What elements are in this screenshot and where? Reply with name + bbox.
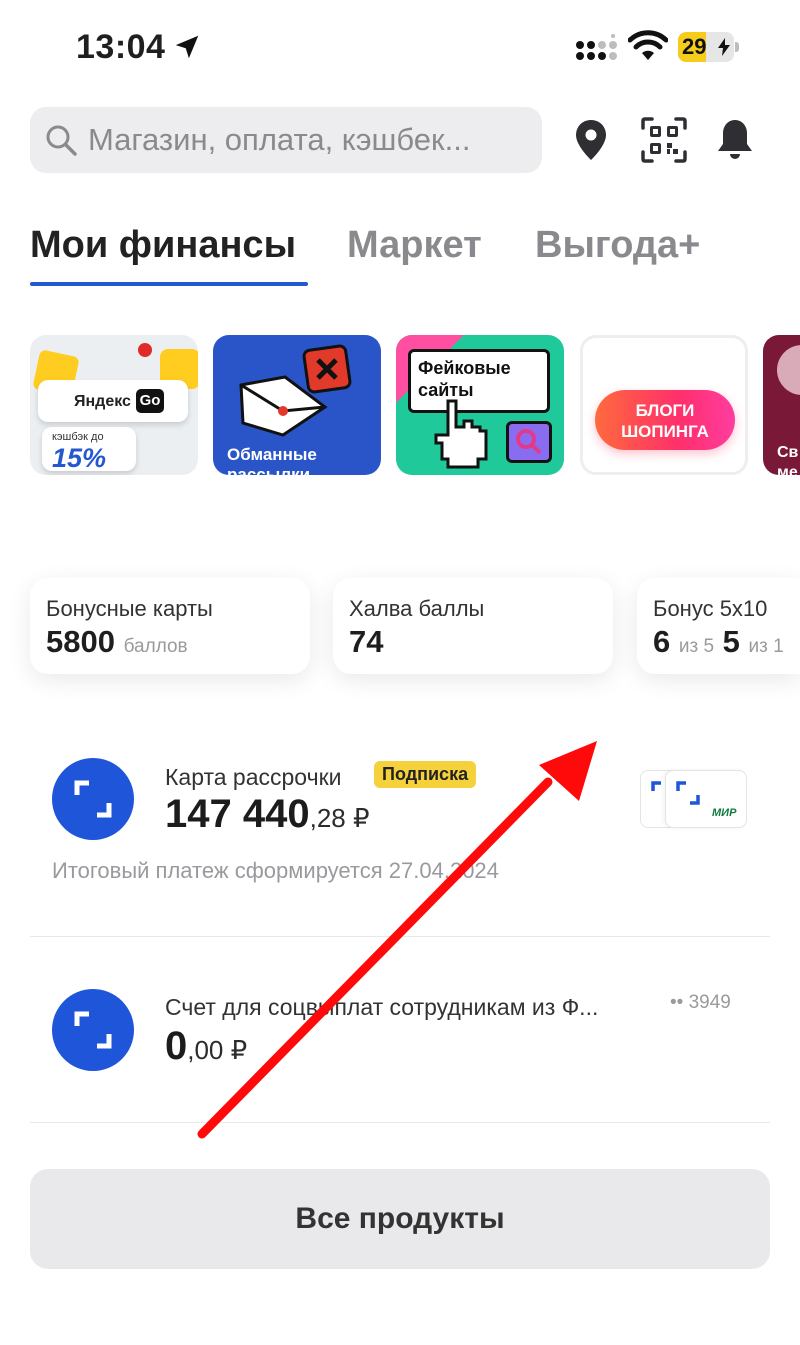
tab-market[interactable]: Маркет bbox=[347, 224, 482, 267]
bonus-unit: баллов bbox=[123, 636, 188, 657]
search-icon bbox=[46, 125, 77, 156]
balance-fraction: ,00 ₽ bbox=[187, 1035, 248, 1065]
tab-vygoda-plus[interactable]: Выгода+ bbox=[535, 224, 700, 267]
story-yandex-go[interactable]: Яндекс Go кэшбэк до 15% bbox=[30, 335, 198, 475]
subscription-badge: Подписка bbox=[374, 761, 477, 788]
status-bar: 13:04 29 bbox=[0, 0, 800, 96]
location-arrow-icon bbox=[175, 35, 199, 59]
bonus-card-loyalty[interactable]: Бонусные карты 5800 баллов bbox=[30, 578, 310, 674]
bonus-unit: из 1 bbox=[748, 636, 784, 657]
bonus-title: Халва баллы bbox=[349, 596, 485, 621]
bonus-card-halva[interactable]: Халва баллы 74 bbox=[333, 578, 613, 674]
bonus-value: 74 bbox=[349, 624, 384, 659]
bonus-card-5x10[interactable]: Бонус 5х10 6 из 5 5 из 1 bbox=[637, 578, 800, 674]
story-label: Обманные рассылки bbox=[227, 445, 317, 475]
all-products-button[interactable]: Все продукты bbox=[30, 1169, 770, 1269]
story-partial[interactable]: Св ме bbox=[763, 335, 800, 475]
bonus-title: Бонус 5х10 bbox=[653, 596, 768, 621]
story-cashback-label: кэшбэк до bbox=[52, 431, 104, 443]
bonus-value: 5 bbox=[722, 624, 740, 659]
story-label: БЛОГИ ШОПИНГА bbox=[621, 401, 709, 441]
story-fake-sites[interactable]: Фейковые сайты bbox=[396, 335, 564, 475]
bonus-value: 6 bbox=[653, 624, 671, 659]
balance-fraction: ,28 ₽ bbox=[309, 803, 370, 833]
status-time: 13:04 bbox=[76, 28, 166, 66]
bonus-value-line: 6 из 5 5 из 1 bbox=[653, 624, 784, 660]
story-brand-go: Go bbox=[136, 389, 164, 413]
cellular-signal-icon bbox=[576, 34, 617, 60]
qr-code-icon[interactable] bbox=[639, 115, 689, 165]
account-title: Счет для соцвыплат сотрудникам из Ф... bbox=[165, 994, 599, 1020]
story-label: Фейковые сайты bbox=[418, 358, 511, 400]
story-phishing-mail[interactable]: Обманные рассылки bbox=[213, 335, 381, 475]
account-masked-number: •• 3949 bbox=[670, 992, 731, 1013]
wifi-icon bbox=[628, 30, 668, 60]
story-brand: Яндекс bbox=[74, 393, 131, 410]
battery-indicator: 29 bbox=[678, 32, 739, 62]
sovcombank-logo-icon bbox=[52, 989, 134, 1071]
search-input[interactable] bbox=[88, 119, 528, 161]
account-row-installment-card[interactable]: Карта рассрочки Подписка 147 440,28 ₽ Ит… bbox=[0, 740, 800, 920]
account-balance: 0,00 ₽ bbox=[165, 1024, 247, 1069]
bonus-value: 5800 bbox=[46, 624, 115, 659]
bonus-title: Бонусные карты bbox=[46, 596, 213, 621]
divider bbox=[30, 936, 770, 937]
payment-note: Итоговый платеж сформируется 27.04.2024 bbox=[52, 858, 499, 883]
red-x-icon bbox=[302, 344, 352, 394]
bell-icon[interactable] bbox=[710, 115, 760, 165]
tab-my-finances[interactable]: Мои финансы bbox=[30, 224, 296, 267]
card-thumbnail-mir[interactable]: МИР bbox=[665, 770, 747, 828]
active-tab-indicator bbox=[30, 282, 308, 286]
account-row-social-payments[interactable]: Счет для соцвыплат сотрудникам из Ф... •… bbox=[0, 970, 800, 1100]
pointer-hand-icon bbox=[434, 399, 488, 469]
bonus-unit: из 5 bbox=[678, 636, 715, 657]
story-shopping-blogs[interactable]: БЛОГИ ШОПИНГА bbox=[580, 335, 748, 475]
search-bar[interactable] bbox=[30, 107, 542, 173]
mir-logo: МИР bbox=[712, 807, 737, 819]
account-balance: 147 440,28 ₽ bbox=[165, 792, 370, 837]
story-label: Св ме bbox=[777, 444, 799, 475]
location-pin-icon[interactable] bbox=[566, 115, 616, 165]
battery-level: 29 bbox=[682, 34, 707, 59]
balance-integer: 147 440 bbox=[165, 792, 310, 836]
account-title: Карта рассрочки bbox=[165, 764, 342, 790]
magnifier-icon bbox=[516, 429, 542, 455]
card-logo-icon bbox=[676, 781, 700, 805]
story-cashback-value: 15% bbox=[52, 443, 107, 473]
divider bbox=[30, 1122, 770, 1123]
bonus-value-line: 5800 баллов bbox=[46, 624, 188, 660]
sovcombank-logo-icon bbox=[52, 758, 134, 840]
balance-integer: 0 bbox=[165, 1024, 188, 1068]
charging-bolt-icon bbox=[718, 38, 730, 56]
